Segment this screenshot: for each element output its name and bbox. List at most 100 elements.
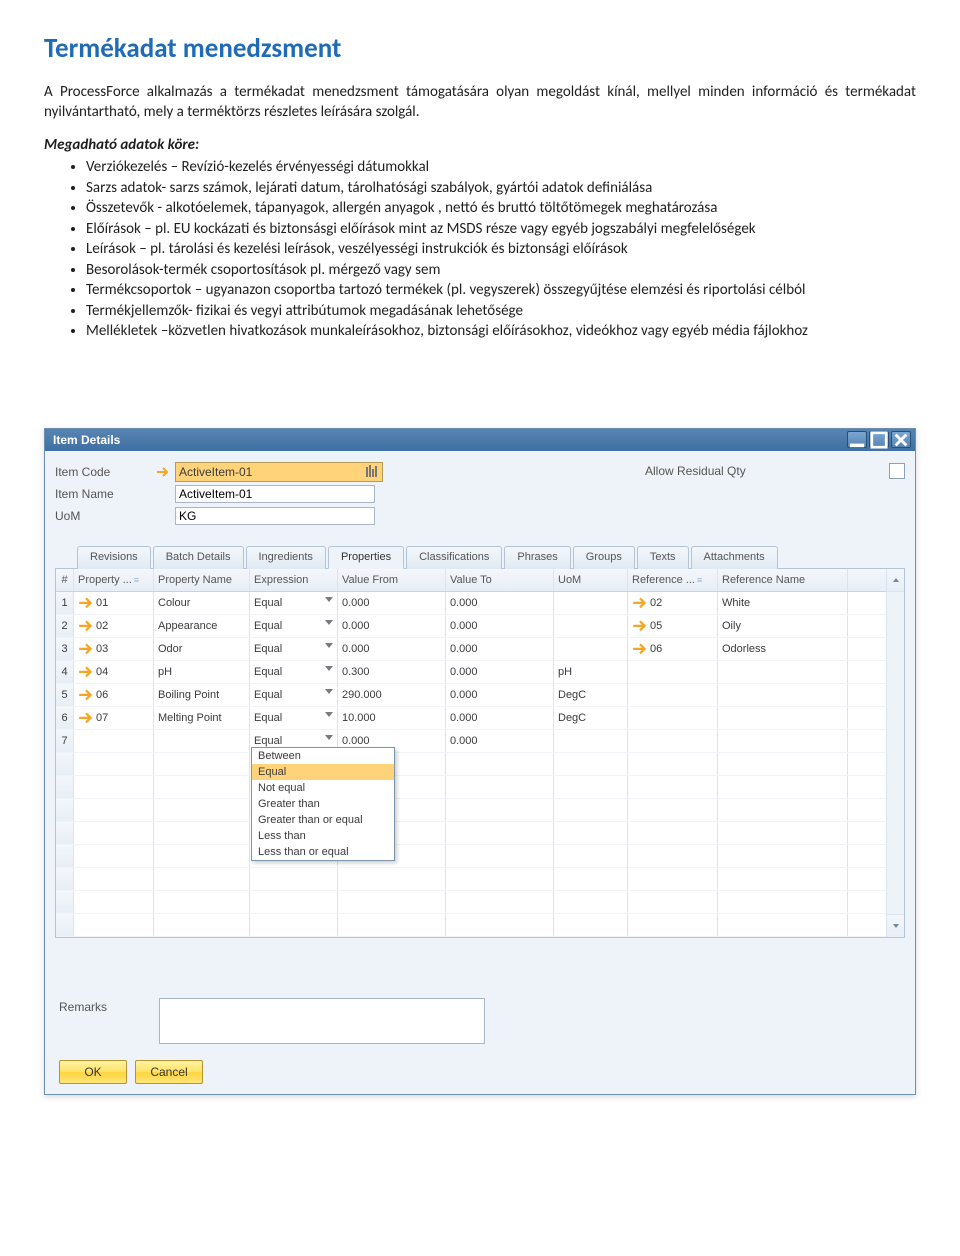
cell-expression[interactable]: Equal	[250, 638, 338, 660]
cell-expression[interactable]: Equal	[250, 707, 338, 729]
table-row[interactable]: 202AppearanceEqual0.0000.00005Oily	[56, 615, 887, 638]
table-row[interactable]: 404pHEqual0.3000.000pH	[56, 661, 887, 684]
table-row[interactable]: 101ColourEqual0.0000.00002White	[56, 592, 887, 615]
chevron-down-icon[interactable]	[325, 620, 333, 625]
cell-reference[interactable]: 06	[628, 638, 718, 660]
col-value-from[interactable]: Value From	[338, 569, 446, 591]
cell-reference-name[interactable]: Odorless	[718, 638, 848, 660]
cancel-button[interactable]: Cancel	[135, 1060, 203, 1084]
cell-reference-name[interactable]	[718, 730, 848, 752]
cell-property-code[interactable]: 01	[74, 592, 154, 614]
dropdown-option[interactable]: Between	[252, 748, 394, 764]
link-arrow-icon[interactable]	[78, 711, 94, 725]
cell-value-from[interactable]: 0.000	[338, 615, 446, 637]
chevron-down-icon[interactable]	[325, 712, 333, 717]
cell-value-to[interactable]: 0.000	[446, 661, 554, 683]
remarks-field[interactable]	[159, 998, 485, 1044]
tab-classifications[interactable]: Classifications	[406, 546, 502, 569]
cell-reference-name[interactable]: Oily	[718, 615, 848, 637]
cell-value-from[interactable]: 10.000	[338, 707, 446, 729]
cell-property-code[interactable]: 04	[74, 661, 154, 683]
cell-uom[interactable]	[554, 592, 628, 614]
cell-reference[interactable]	[628, 684, 718, 706]
cell-uom[interactable]	[554, 730, 628, 752]
cell-expression[interactable]: Equal	[250, 684, 338, 706]
maximize-icon[interactable]	[869, 431, 889, 448]
tab-batch-details[interactable]: Batch Details	[153, 546, 244, 569]
cell-reference-name[interactable]	[718, 661, 848, 683]
link-arrow-icon[interactable]	[632, 596, 648, 610]
cell-uom[interactable]	[554, 638, 628, 660]
col-expression[interactable]: Expression	[250, 569, 338, 591]
dropdown-option[interactable]: Less than	[252, 828, 394, 844]
grid-scrollbar[interactable]	[886, 569, 904, 937]
tab-phrases[interactable]: Phrases	[504, 546, 570, 569]
tab-properties[interactable]: Properties	[328, 546, 404, 569]
uom-field[interactable]	[175, 507, 375, 525]
item-code-field[interactable]: ActiveItem-01	[175, 462, 383, 482]
cell-uom[interactable]: DegC	[554, 707, 628, 729]
cell-uom[interactable]: pH	[554, 661, 628, 683]
minimize-icon[interactable]	[847, 431, 867, 448]
tab-attachments[interactable]: Attachments	[691, 546, 778, 569]
scroll-down-icon[interactable]	[887, 914, 904, 937]
dropdown-option[interactable]: Less than or equal	[252, 844, 394, 860]
link-arrow-icon[interactable]	[632, 642, 648, 656]
link-arrow-icon[interactable]	[78, 642, 94, 656]
cell-uom[interactable]	[554, 615, 628, 637]
cell-property-name[interactable]: Odor	[154, 638, 250, 660]
col-reference[interactable]: Reference ...≡	[628, 569, 718, 591]
cell-uom[interactable]: DegC	[554, 684, 628, 706]
ok-button[interactable]: OK	[59, 1060, 127, 1084]
cell-expression[interactable]: Equal	[250, 592, 338, 614]
table-row[interactable]: 506Boiling PointEqual290.0000.000DegC	[56, 684, 887, 707]
chevron-down-icon[interactable]	[325, 735, 333, 740]
tab-ingredients[interactable]: Ingredients	[246, 546, 326, 569]
cell-expression[interactable]: Equal	[250, 661, 338, 683]
tab-groups[interactable]: Groups	[573, 546, 635, 569]
table-row[interactable]: 7Equal0.0000.000	[56, 730, 887, 753]
cell-property-code[interactable]: 07	[74, 707, 154, 729]
col-reference-name[interactable]: Reference Name	[718, 569, 848, 591]
col-property-code[interactable]: Property ...≡	[74, 569, 154, 591]
tab-texts[interactable]: Texts	[637, 546, 689, 569]
cell-value-to[interactable]: 0.000	[446, 707, 554, 729]
cell-property-name[interactable]: pH	[154, 661, 250, 683]
cell-value-to[interactable]: 0.000	[446, 638, 554, 660]
chevron-down-icon[interactable]	[325, 666, 333, 671]
cell-reference-name[interactable]: White	[718, 592, 848, 614]
cell-value-from[interactable]: 0.000	[338, 592, 446, 614]
cell-reference[interactable]	[628, 707, 718, 729]
link-arrow-icon[interactable]	[78, 619, 94, 633]
table-row[interactable]: 303OdorEqual0.0000.00006Odorless	[56, 638, 887, 661]
link-arrow-icon[interactable]	[632, 619, 648, 633]
cell-value-from[interactable]: 0.000	[338, 638, 446, 660]
cell-reference-name[interactable]	[718, 684, 848, 706]
cell-reference[interactable]	[628, 730, 718, 752]
cell-value-to[interactable]: 0.000	[446, 615, 554, 637]
tab-revisions[interactable]: Revisions	[77, 546, 151, 569]
link-arrow-icon[interactable]	[78, 665, 94, 679]
close-icon[interactable]	[891, 431, 911, 448]
cell-property-name[interactable]: Melting Point	[154, 707, 250, 729]
cell-property-code[interactable]: 03	[74, 638, 154, 660]
cell-reference-name[interactable]	[718, 707, 848, 729]
col-num[interactable]: #	[56, 569, 74, 591]
chevron-down-icon[interactable]	[325, 597, 333, 602]
cell-property-code[interactable]: 06	[74, 684, 154, 706]
titlebar[interactable]: Item Details	[45, 429, 915, 451]
col-value-to[interactable]: Value To	[446, 569, 554, 591]
dropdown-option[interactable]: Equal	[252, 764, 394, 780]
link-arrow-icon[interactable]	[78, 688, 94, 702]
cell-property-code[interactable]: 02	[74, 615, 154, 637]
cell-property-code[interactable]	[74, 730, 154, 752]
cell-value-to[interactable]: 0.000	[446, 730, 554, 752]
cell-property-name[interactable]: Colour	[154, 592, 250, 614]
column-menu-icon[interactable]: ≡	[697, 575, 702, 585]
chevron-down-icon[interactable]	[325, 643, 333, 648]
cell-value-to[interactable]: 0.000	[446, 684, 554, 706]
cell-property-name[interactable]: Appearance	[154, 615, 250, 637]
cell-value-from[interactable]: 0.300	[338, 661, 446, 683]
cell-expression[interactable]: Equal	[250, 615, 338, 637]
cell-property-name[interactable]: Boiling Point	[154, 684, 250, 706]
